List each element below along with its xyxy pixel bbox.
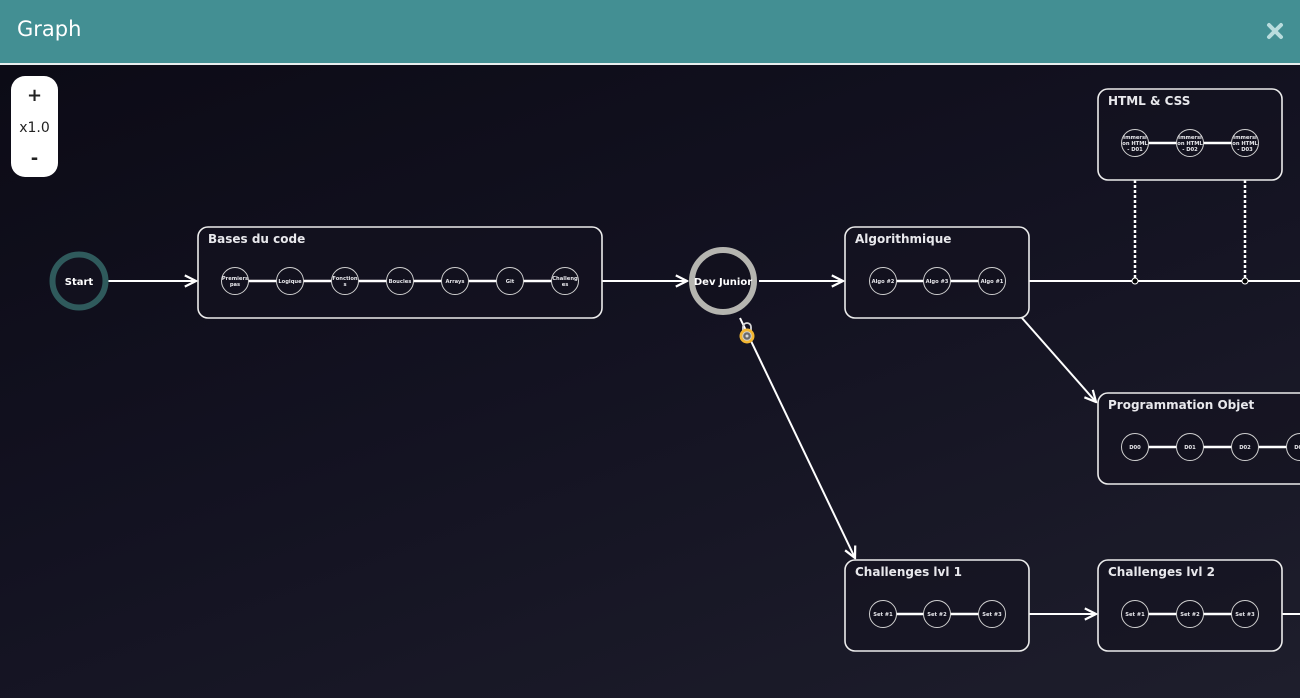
node-label: Set #2: [927, 612, 947, 618]
node-label: Set #2: [1180, 612, 1200, 618]
graph-node[interactable]: Set #3: [1231, 600, 1259, 628]
groups-layer: Bases du code Premierspas Logique Fonctions…: [197, 88, 1300, 652]
graph-node[interactable]: Boucles: [386, 267, 414, 295]
graph-node[interactable]: Set #3: [978, 600, 1006, 628]
close-icon: [1267, 23, 1283, 39]
node-label: Algo #1: [981, 279, 1004, 285]
milestone-label: Dev Junior: [694, 277, 752, 288]
start-node[interactable]: Start: [49, 251, 109, 311]
milestone-node[interactable]: Dev Junior: [689, 247, 757, 315]
graph-node[interactable]: Set #1: [869, 600, 897, 628]
graph-node[interactable]: Fonctions: [331, 267, 359, 295]
node-label: - D02: [1182, 147, 1198, 153]
zoom-out-button[interactable]: -: [31, 150, 38, 168]
group-chal2[interactable]: Challenges lvl 2 Set #1 Set #2 Set #3: [1097, 559, 1283, 652]
node-label: pas: [230, 282, 240, 288]
node-label: Set #1: [873, 612, 893, 618]
node-label: D02: [1239, 445, 1251, 451]
graph-node[interactable]: Challenges: [551, 267, 579, 295]
node-label: Arrays: [446, 279, 465, 285]
graph-node[interactable]: Algo #2: [869, 267, 897, 295]
dialog-header: Graph: [0, 0, 1300, 63]
group-chal1[interactable]: Challenges lvl 1 Set #1 Set #2 Set #3: [844, 559, 1030, 652]
group-bases[interactable]: Bases du code Premierspas Logique Fonctions…: [197, 226, 603, 319]
node-label: Logique: [278, 279, 302, 285]
node-label: Set #3: [1235, 612, 1255, 618]
group-title: Algorithmique: [855, 232, 951, 246]
group-title: Challenges lvl 1: [855, 565, 962, 579]
node-label: D03: [1294, 445, 1300, 451]
zoom-control: + x1.0 -: [11, 76, 58, 177]
group-title: Programmation Objet: [1108, 398, 1255, 412]
graph-canvas[interactable]: + x1.0 - Bases du code Premiers pas Logique…: [0, 65, 1300, 698]
graph-svg: Bases du code Premierspas Logique Fonctions…: [49, 88, 1300, 652]
graph-node[interactable]: Immersion HTML- D02: [1176, 129, 1204, 157]
group-htmlcss[interactable]: HTML & CSS Immersion HTML- D01 Immersion H…: [1097, 88, 1283, 181]
node-label: D00: [1129, 445, 1141, 451]
graph-node[interactable]: Set #1: [1121, 600, 1149, 628]
zoom-level: x1.0: [19, 119, 50, 136]
junction-dot: [1241, 277, 1249, 285]
graph-node[interactable]: Algo #1: [978, 267, 1006, 295]
group-title: Bases du code: [208, 232, 305, 246]
node-label: es: [562, 282, 569, 288]
graph-node[interactable]: Algo #3: [923, 267, 951, 295]
graph-node[interactable]: D01: [1176, 433, 1204, 461]
node-label: s: [343, 282, 346, 288]
graph-node[interactable]: D02: [1231, 433, 1259, 461]
edge-algo-poo: [1021, 317, 1096, 402]
lock-icon[interactable]: [739, 322, 755, 344]
group-title: HTML & CSS: [1108, 94, 1190, 108]
graph-node[interactable]: Premierspas: [221, 267, 249, 295]
junction-dot: [1131, 277, 1139, 285]
graph-node[interactable]: Set #2: [923, 600, 951, 628]
node-label: Set #3: [982, 612, 1002, 618]
node-label: - D01: [1127, 147, 1143, 153]
node-label: Git: [506, 279, 515, 285]
group-algo[interactable]: Algorithmique Algo #2 Algo #3 Algo #1: [844, 226, 1030, 319]
graph-node[interactable]: Immersion HTML- D03: [1231, 129, 1259, 157]
dialog-title: Graph: [17, 17, 82, 41]
graph-node[interactable]: Set #2: [1176, 600, 1204, 628]
graph-node[interactable]: Logique: [276, 267, 304, 295]
node-label: Set #1: [1125, 612, 1145, 618]
close-button[interactable]: [1266, 22, 1284, 40]
group-title: Challenges lvl 2: [1108, 565, 1215, 579]
graph-node[interactable]: Arrays: [441, 267, 469, 295]
group-poo[interactable]: Programmation Objet D00 D01 D02 D03: [1097, 392, 1300, 485]
node-label: Algo #2: [872, 279, 895, 285]
start-label: Start: [65, 277, 94, 288]
graph-node[interactable]: D00: [1121, 433, 1149, 461]
node-label: - D03: [1237, 147, 1253, 153]
node-label: D01: [1184, 445, 1196, 451]
lock-dial-center: [745, 334, 749, 338]
graph-node[interactable]: Immersion HTML- D01: [1121, 129, 1149, 157]
node-label: Algo #3: [926, 279, 949, 285]
edge-milestone-chal1: [739, 317, 855, 558]
graph-node[interactable]: Git: [496, 267, 524, 295]
zoom-in-button[interactable]: +: [27, 87, 42, 105]
node-label: Boucles: [389, 279, 412, 285]
